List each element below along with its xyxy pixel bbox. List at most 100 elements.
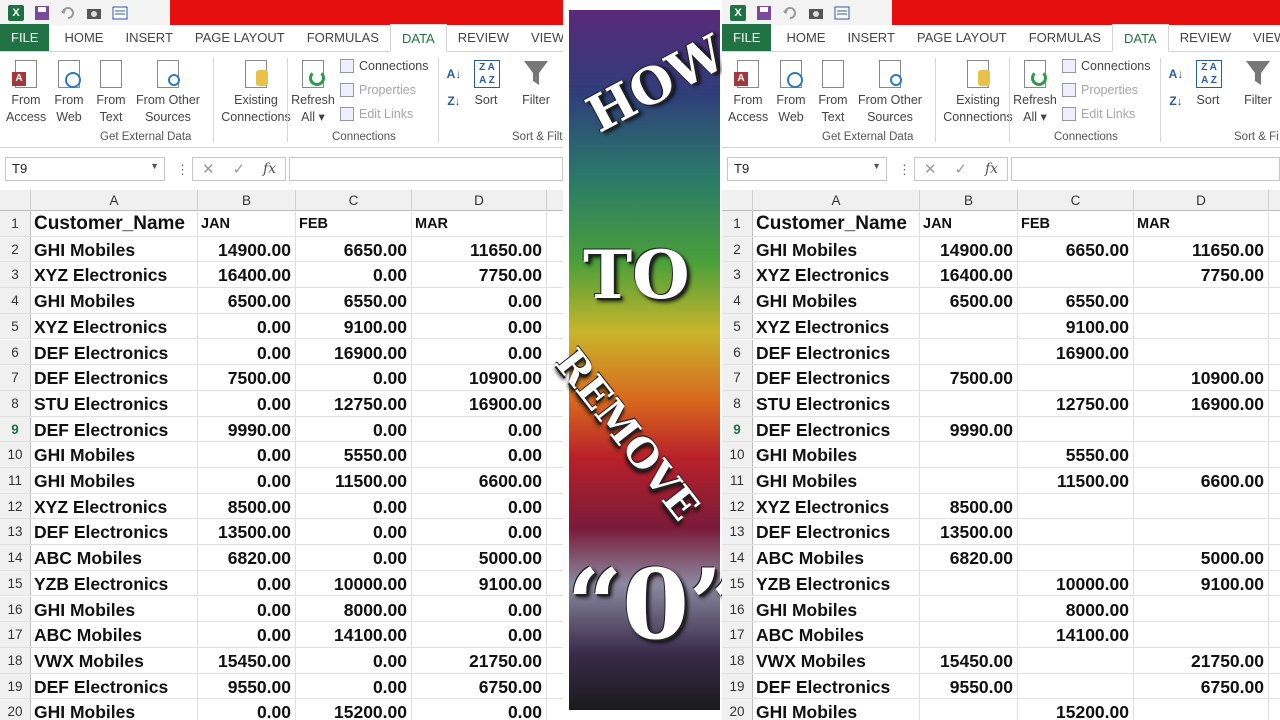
cell-header-feb[interactable]: FEB (296, 211, 412, 236)
table-row[interactable]: 1 Customer_Name JAN FEB MAR (0, 211, 563, 237)
row-number[interactable]: 10 (0, 442, 31, 467)
column-header-b[interactable]: B (920, 190, 1018, 211)
cell-customer-name[interactable]: YZB Electronics (753, 570, 920, 596)
sort-az-button[interactable]: A↓ Z↓ (444, 66, 464, 110)
insert-function-icon[interactable]: fx (263, 161, 276, 177)
cell-d[interactable]: 0.00 (412, 493, 547, 519)
cell-d[interactable]: 0.00 (412, 313, 547, 339)
cell-customer-name[interactable]: GHI Mobiles (31, 288, 198, 313)
cell-b[interactable] (920, 390, 1018, 416)
save-icon[interactable] (32, 4, 52, 22)
row-number[interactable]: 13 (0, 519, 31, 545)
cell-customer-name[interactable]: GHI Mobiles (31, 699, 198, 720)
table-row[interactable]: 3 XYZ Electronics 16400.00 0.00 7750.00 (0, 262, 563, 289)
table-row[interactable]: 2 GHI Mobiles 14900.00 6650.00 11650.00 (722, 236, 1280, 263)
row-number[interactable]: 19 (0, 673, 31, 699)
cell-header-mar[interactable]: MAR (1134, 211, 1269, 236)
cell-d[interactable]: 7750.00 (1134, 262, 1269, 288)
cell-customer-name[interactable]: GHI Mobiles (31, 596, 198, 622)
cell-customer-name[interactable]: DEF Electronics (31, 339, 198, 365)
tab-view[interactable]: VIEW (1242, 24, 1280, 51)
table-row[interactable]: 10 GHI Mobiles 0.00 5550.00 0.00 (0, 442, 563, 468)
cell-c[interactable]: 11500.00 (296, 468, 412, 493)
cell-customer-name[interactable]: DEF Electronics (31, 365, 198, 390)
row-number[interactable]: 13 (722, 519, 753, 545)
cell-customer-name[interactable]: DEF Electronics (753, 365, 920, 390)
cell-b[interactable]: 8500.00 (920, 493, 1018, 519)
column-header-c[interactable]: C (1018, 190, 1134, 211)
cell-c[interactable]: 8000.00 (296, 596, 412, 622)
cell-customer-name[interactable]: GHI Mobiles (31, 468, 198, 493)
row-number[interactable]: 16 (722, 596, 753, 622)
row-number[interactable]: 15 (722, 570, 753, 596)
cell-customer-name[interactable]: GHI Mobiles (753, 288, 920, 313)
from-text-button[interactable]: From Text (92, 58, 130, 126)
row-number[interactable]: 3 (722, 262, 753, 288)
cell-b[interactable]: 9550.00 (198, 673, 296, 699)
row-number[interactable]: 5 (722, 313, 753, 339)
worksheet-grid[interactable]: A B C D 1 Customer_Name JAN FEB MAR 2 GHI Mobi… (722, 190, 1280, 720)
cell-b[interactable]: 0.00 (198, 570, 296, 596)
table-row[interactable]: 4 GHI Mobiles 6500.00 6550.00 (722, 288, 1280, 314)
cell-customer-name[interactable]: VWX Mobiles (753, 647, 920, 673)
cell-d[interactable] (1134, 596, 1269, 622)
cell-customer-name[interactable]: DEF Electronics (753, 519, 920, 545)
cell-c[interactable]: 9100.00 (1018, 313, 1134, 339)
table-row[interactable]: 8 STU Electronics 12750.00 16900.00 (722, 390, 1280, 417)
cell-c[interactable]: 0.00 (296, 416, 412, 442)
cell-b[interactable]: 6820.00 (920, 545, 1018, 570)
tab-formulas[interactable]: FORMULAS (1018, 24, 1112, 51)
cell-customer-name[interactable]: XYZ Electronics (753, 313, 920, 339)
cell-c[interactable]: 6650.00 (1018, 236, 1134, 262)
row-number[interactable]: 12 (722, 493, 753, 519)
cell-customer-name[interactable]: GHI Mobiles (31, 442, 198, 467)
cell-c[interactable] (1018, 519, 1134, 545)
row-number[interactable]: 4 (722, 288, 753, 313)
cell-d[interactable]: 9100.00 (1134, 570, 1269, 596)
cell-customer-name[interactable]: DEF Electronics (31, 673, 198, 699)
cell-customer-name[interactable]: GHI Mobiles (31, 236, 198, 262)
row-number[interactable]: 1 (722, 211, 753, 236)
column-header-c[interactable]: C (296, 190, 412, 211)
table-row[interactable]: 1 Customer_Name JAN FEB MAR (722, 211, 1280, 237)
sort-az-button[interactable]: A↓ Z↓ (1166, 66, 1186, 110)
cell-d[interactable] (1134, 699, 1269, 720)
existing-connections-button[interactable]: Existing Connections (220, 58, 292, 126)
refresh-all-button[interactable]: Refresh All ▾ (1012, 58, 1058, 126)
cell-customer-name[interactable]: ABC Mobiles (31, 545, 198, 570)
cell-b[interactable]: 9990.00 (198, 416, 296, 442)
from-access-button[interactable]: A From Access (728, 58, 768, 126)
cell-b[interactable]: 0.00 (198, 313, 296, 339)
row-number[interactable]: 6 (0, 339, 31, 365)
cell-b[interactable] (920, 468, 1018, 493)
cell-b[interactable]: 16400.00 (920, 262, 1018, 288)
cell-customer-name[interactable]: GHI Mobiles (753, 236, 920, 262)
from-other-sources-button[interactable]: From Other Sources (855, 58, 925, 126)
cell-b[interactable]: 0.00 (198, 596, 296, 622)
cell-d[interactable]: 6750.00 (412, 673, 547, 699)
cell-header-customer-name[interactable]: Customer_Name (753, 211, 920, 236)
cell-customer-name[interactable]: DEF Electronics (31, 416, 198, 442)
cell-c[interactable]: 6550.00 (1018, 288, 1134, 313)
cell-d[interactable]: 5000.00 (1134, 545, 1269, 570)
cell-b[interactable]: 0.00 (198, 442, 296, 467)
table-row[interactable]: 18 VWX Mobiles 15450.00 21750.00 (722, 647, 1280, 674)
row-number[interactable]: 3 (0, 262, 31, 288)
cell-d[interactable]: 0.00 (412, 339, 547, 365)
cancel-icon[interactable]: ✕ (924, 160, 937, 178)
table-row[interactable]: 5 XYZ Electronics 0.00 9100.00 0.00 (0, 313, 563, 340)
cell-customer-name[interactable]: STU Electronics (753, 390, 920, 416)
enter-icon[interactable]: ✓ (954, 160, 967, 178)
cell-header-mar[interactable]: MAR (412, 211, 547, 236)
cell-d[interactable]: 21750.00 (1134, 647, 1269, 673)
cell-d[interactable] (1134, 519, 1269, 545)
camera-icon[interactable] (84, 4, 104, 22)
cell-header-jan[interactable]: JAN (198, 211, 296, 236)
sort-button[interactable]: Z AA Z Sort (468, 58, 504, 109)
table-row[interactable]: 13 DEF Electronics 13500.00 0.00 0.00 (0, 519, 563, 546)
cell-customer-name[interactable]: ABC Mobiles (753, 545, 920, 570)
row-number[interactable]: 19 (722, 673, 753, 699)
cell-d[interactable]: 9100.00 (412, 570, 547, 596)
cell-d[interactable]: 6750.00 (1134, 673, 1269, 699)
cell-header-feb[interactable]: FEB (1018, 211, 1134, 236)
